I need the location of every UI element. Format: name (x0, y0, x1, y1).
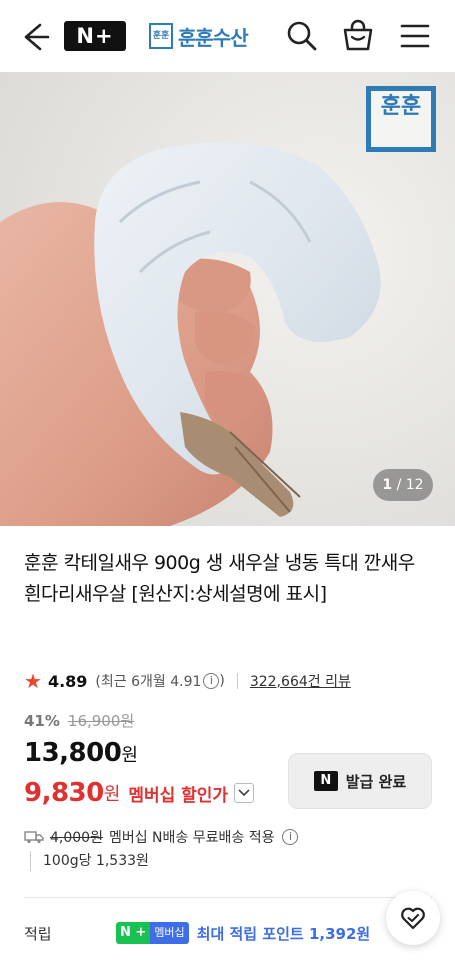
member-price-value: 9,830 (24, 778, 104, 808)
shipping-row: 4,000원 멤버십 N배송 무료배송 적용 i (24, 827, 299, 847)
coupon-issued-button[interactable]: N 발급 완료 (288, 753, 432, 809)
coupon-label: 발급 완료 (345, 772, 407, 791)
rating-score: 4.89 (47, 671, 88, 691)
search-icon[interactable] (284, 18, 320, 54)
original-price: 16,900원 (67, 712, 135, 730)
store-watermark-logo: 훈훈 (366, 86, 436, 152)
heart-check-icon (401, 907, 425, 930)
product-image[interactable]: 훈훈 1 / 12 (0, 72, 455, 526)
naver-membership-badge: N + 멤버십 (116, 922, 189, 944)
star-icon: ★ (24, 669, 42, 693)
store-name: 훈훈수산 (178, 25, 249, 50)
member-price-label: 멤버십 할인가 (128, 785, 229, 806)
points-label: 적립 (24, 924, 52, 943)
product-title: 훈훈 칵테일새우 900g 생 새우살 냉동 특대 깐새우 흰다리새우살 [원산… (24, 552, 415, 605)
truck-icon (24, 831, 44, 844)
top-bar: N+ 훈훈 훈훈수산 (0, 0, 455, 72)
max-points-text: 최대 적립 포인트 1,392원 (196, 924, 371, 943)
member-price-unit: 원 (103, 784, 121, 805)
shipping-text: 멤버십 N배송 무료배송 적용 (108, 830, 275, 846)
info-icon[interactable]: i (203, 673, 220, 689)
discount-percent: 41% (24, 711, 60, 730)
member-price-row: 9,830 원 멤버십 할인가 (24, 778, 255, 808)
unit-price: 100g당 1,533원 (30, 851, 149, 871)
membership-mark: 멤버십 (150, 922, 189, 944)
shopping-bag-icon[interactable] (340, 18, 376, 54)
naver-plus-mark: N + (116, 922, 151, 944)
back-arrow-icon[interactable] (18, 20, 52, 54)
image-counter-total: / 12 (396, 477, 424, 493)
recent-rating: (최근 6개월 4.91 (95, 674, 202, 690)
sale-price: 13,800원 (24, 738, 138, 768)
points-row: 적립 N + 멤버십 최대 적립 포인트 1,392원 (24, 922, 424, 944)
chevron-down-icon[interactable] (234, 783, 255, 803)
naver-plus-store-badge[interactable]: N+ (64, 21, 126, 51)
divider (236, 673, 238, 689)
naver-n-icon: N (313, 771, 338, 791)
store-logo-mark: 훈훈 (149, 23, 173, 49)
rating-row: ★ 4.89 (최근 6개월 4.91 i ) 322,664건 리뷰 (24, 668, 351, 694)
sale-price-unit: 원 (121, 745, 138, 766)
shipping-info-icon[interactable]: i (282, 829, 299, 845)
discount-row: 41% 16,900원 (24, 710, 134, 731)
store-logo-link[interactable]: 훈훈 훈훈수산 (149, 20, 249, 52)
menu-icon[interactable] (397, 18, 433, 54)
image-counter: 1 / 12 (373, 469, 433, 501)
image-counter-current: 1 (382, 477, 393, 493)
sale-price-value: 13,800 (24, 738, 122, 768)
recent-rating-close: ) (219, 673, 225, 689)
wishlist-heart-button[interactable] (386, 891, 440, 945)
original-shipping-fee: 4,000원 (50, 830, 103, 846)
section-divider (24, 897, 432, 898)
review-count-link[interactable]: 322,664건 리뷰 (250, 671, 351, 691)
